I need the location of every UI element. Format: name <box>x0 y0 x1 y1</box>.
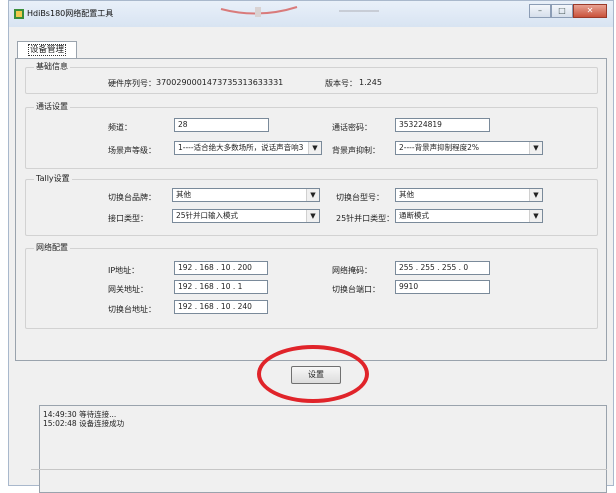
scene-level-select[interactable]: 1----适合绝大多数场所，说话声音响3 ▼ <box>174 141 322 155</box>
serial-label: 硬件序列号： <box>108 79 156 88</box>
chevron-down-icon[interactable]: ▼ <box>529 142 542 154</box>
bg-suppression-label: 背景声抑制： <box>332 146 380 155</box>
switcher-port-input[interactable]: 9910 <box>395 280 490 294</box>
tab-label: 设备管理 <box>27 44 66 56</box>
password-label: 通话密码： <box>332 123 372 132</box>
log-line: 14:49:30 等待连接... <box>43 410 117 419</box>
port-type-value: 25针并口输入模式 <box>176 211 239 220</box>
basic-info-group: 基础信息 硬件序列号： 3700290001473735313633331 版本… <box>25 61 598 94</box>
version-label: 版本号： <box>325 79 357 88</box>
password-input[interactable]: 353224819 <box>395 118 490 132</box>
title-bar-decoration <box>220 6 298 17</box>
switcher-model-label: 切换台型号： <box>336 193 384 202</box>
divider <box>31 469 607 470</box>
highlight-circle <box>257 345 369 403</box>
chevron-down-icon[interactable]: ▼ <box>529 189 542 201</box>
switcher-brand-value: 其他 <box>176 190 191 199</box>
switcher-port-label: 切换台端口： <box>332 285 380 294</box>
tally-settings-group: Tally设置 切换台品牌： 其他 ▼ 切换台型号： 其他 ▼ 接口类型： 25… <box>25 173 598 236</box>
basic-info-legend: 基础信息 <box>34 61 70 72</box>
scene-level-value: 1----适合绝大多数场所，说话声音响3 <box>178 143 304 152</box>
pin-type-label: 25针并口类型： <box>336 214 395 223</box>
switcher-model-value: 其他 <box>399 190 414 199</box>
window-title: HdiBs180网络配置工具 <box>27 9 114 18</box>
tab-control: 设备管理 基础信息 硬件序列号： 37002900014737353136333… <box>9 27 613 493</box>
window-controls: – □ ✕ <box>529 4 607 18</box>
ip-address-input[interactable]: 192 . 168 . 10 . 200 <box>174 261 268 275</box>
tab-device-management[interactable]: 设备管理 <box>17 41 77 58</box>
minimize-button[interactable]: – <box>529 4 551 18</box>
gateway-label: 网关地址： <box>108 285 148 294</box>
app-icon <box>14 9 24 19</box>
subnet-mask-input[interactable]: 255 . 255 . 255 . 0 <box>395 261 490 275</box>
tab-panel: 基础信息 硬件序列号： 3700290001473735313633331 版本… <box>15 58 607 361</box>
channel-input[interactable]: 28 <box>174 118 269 132</box>
bg-suppression-select[interactable]: 2----背景声抑制程度2% ▼ <box>395 141 543 155</box>
network-settings-group: 网络配置 IP地址： 192 . 168 . 10 . 200 网络掩码： 25… <box>25 242 598 329</box>
chevron-down-icon[interactable]: ▼ <box>529 210 542 222</box>
switcher-address-label: 切换台地址： <box>108 305 156 314</box>
log-line: 15:02:48 设备连接成功 <box>43 419 125 428</box>
version-value: 1.245 <box>359 78 382 87</box>
pin-type-select[interactable]: 通断模式 ▼ <box>395 209 543 223</box>
chevron-down-icon[interactable]: ▼ <box>308 142 321 154</box>
comm-settings-legend: 通话设置 <box>34 101 70 112</box>
switcher-address-input[interactable]: 192 . 168 . 10 . 240 <box>174 300 268 314</box>
tally-settings-legend: Tally设置 <box>34 173 72 184</box>
port-type-select[interactable]: 25针并口输入模式 ▼ <box>172 209 320 223</box>
pin-type-value: 通断模式 <box>399 211 429 220</box>
switcher-model-select[interactable]: 其他 ▼ <box>395 188 543 202</box>
chevron-down-icon[interactable]: ▼ <box>306 189 319 201</box>
bg-suppression-value: 2----背景声抑制程度2% <box>399 143 479 152</box>
gateway-input[interactable]: 192 . 168 . 10 . 1 <box>174 280 268 294</box>
close-button[interactable]: ✕ <box>573 4 607 18</box>
log-output[interactable]: 14:49:30 等待连接... 15:02:48 设备连接成功 <box>39 405 607 493</box>
scene-level-label: 场景声等级： <box>108 146 156 155</box>
title-bar-decoration-line <box>339 10 379 12</box>
chevron-down-icon[interactable]: ▼ <box>306 210 319 222</box>
channel-label: 频道： <box>108 123 132 132</box>
port-type-label: 接口类型： <box>108 214 148 223</box>
subnet-mask-label: 网络掩码： <box>332 266 372 275</box>
serial-value: 3700290001473735313633331 <box>156 78 284 87</box>
maximize-button[interactable]: □ <box>551 4 573 18</box>
network-settings-legend: 网络配置 <box>34 242 70 253</box>
switcher-brand-label: 切换台品牌： <box>108 193 156 202</box>
switcher-brand-select[interactable]: 其他 ▼ <box>172 188 320 202</box>
ip-address-label: IP地址： <box>108 266 140 275</box>
app-window: HdiBs180网络配置工具 – □ ✕ 设备管理 基础信息 硬件序列号： 37… <box>8 0 614 493</box>
title-bar[interactable]: HdiBs180网络配置工具 – □ ✕ <box>9 1 613 27</box>
comm-settings-group: 通话设置 频道： 28 通话密码： 353224819 场景声等级： 1----… <box>25 101 598 169</box>
